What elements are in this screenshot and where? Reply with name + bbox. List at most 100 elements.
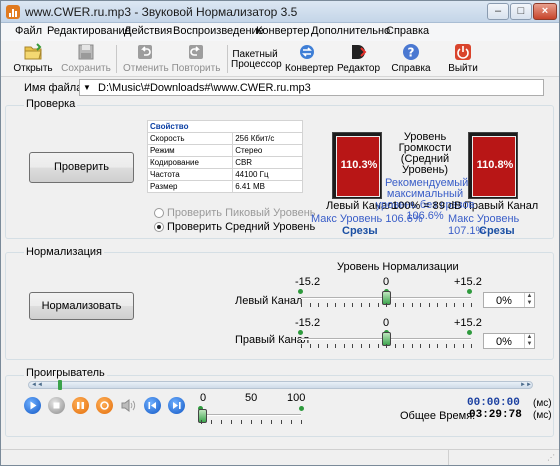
slider-tick [251, 420, 252, 424]
file-path-combo[interactable]: ▼ D:\Music\#Downloads#\www.CWER.ru.mp3 [79, 79, 544, 96]
seek-right-arrow-icon[interactable]: ►► [520, 382, 532, 388]
clip-left-link[interactable]: Срезы [342, 225, 378, 237]
normalize-button[interactable]: Нормализовать [29, 292, 134, 320]
app-icon [6, 5, 20, 19]
slider-tick [344, 344, 345, 348]
slider-tick [301, 420, 302, 424]
right-meter-value: 110.8% [476, 159, 514, 171]
slider-tick [271, 420, 272, 424]
slider-tick [310, 303, 311, 307]
pause-button[interactable] [72, 397, 89, 414]
previous-button[interactable] [144, 397, 161, 414]
slider-tick [403, 303, 404, 307]
file-path-value: D:\Music\#Downloads#\www.CWER.ru.mp3 [98, 82, 311, 94]
seek-thumb[interactable] [58, 380, 62, 390]
slider-tick [412, 344, 413, 348]
seek-bar[interactable]: ◄◄ ►► [28, 380, 533, 390]
left-meter-value: 110.3% [340, 159, 378, 171]
spin-arrows-icon[interactable]: ▲ ▼ [524, 293, 534, 307]
slider-end-dot [298, 330, 303, 335]
stop-button[interactable] [48, 397, 65, 414]
menu-converter[interactable]: Конвертер [256, 25, 309, 37]
editor-label: Редактор [337, 63, 381, 74]
help-label: Справка [391, 63, 431, 74]
scale-max-label: +15.2 [454, 317, 482, 329]
slider-tick [318, 303, 319, 307]
open-label: Открыть [13, 63, 53, 74]
right-gain-spinbox[interactable]: 0% ▲ ▼ [483, 333, 535, 349]
check-button[interactable]: Проверить [29, 152, 134, 183]
volume-max-label: 100 [287, 392, 306, 404]
menu-extra[interactable]: Дополнительно [311, 25, 390, 37]
play-button[interactable] [24, 397, 41, 414]
left-gain-spinbox[interactable]: 0% ▲ ▼ [483, 292, 535, 308]
clip-right-link[interactable]: Срезы [479, 225, 515, 237]
exit-button[interactable]: Выйти [445, 42, 481, 76]
batch-processor-button[interactable]: Пакетный Процессор [231, 42, 282, 76]
editor-button[interactable]: Редактор [337, 42, 381, 76]
slider-tick [344, 303, 345, 307]
exit-label: Выйти [448, 63, 478, 74]
repeat-button[interactable] [96, 397, 113, 414]
seek-left-arrow-icon[interactable]: ◄◄ [31, 382, 43, 388]
slider-tick [335, 344, 336, 348]
prop-value: Стерео [232, 144, 303, 157]
menu-actions[interactable]: Действия [124, 25, 172, 37]
toolbar: Открыть Сохранить Отменить Повторить Пак… [1, 41, 559, 77]
slider-tick [403, 344, 404, 348]
app-window: www.CWER.ru.mp3 - Звуковой Нормализатор … [0, 0, 560, 466]
open-button[interactable]: Открыть [13, 42, 53, 76]
loudness-subtitle: (Средний Уровень) [400, 153, 450, 176]
loudness-title: Уровень Громкости [398, 131, 452, 154]
scale-min-label: -15.2 [295, 276, 321, 288]
converter-label: Конвертер [285, 63, 334, 74]
menu-file[interactable]: Файл [15, 25, 42, 37]
right-channel-label: Правый Канал [464, 200, 539, 212]
slider-tick [420, 303, 421, 307]
converter-button[interactable]: Конвертер [285, 42, 334, 76]
menu-help[interactable]: Справка [386, 25, 429, 37]
close-button[interactable]: × [533, 3, 557, 20]
maximize-button[interactable]: □ [510, 3, 532, 20]
slider-thumb[interactable] [198, 409, 207, 423]
prop-name: Частота [146, 168, 234, 181]
undo-button[interactable]: Отменить [123, 42, 169, 76]
left-gain-value: 0% [496, 295, 512, 307]
normalize-level-title: Уровень Нормализации [337, 261, 459, 273]
slider-tick [369, 303, 370, 307]
next-button[interactable] [168, 397, 185, 414]
slider-tick [446, 344, 447, 348]
spin-arrows-icon[interactable]: ▲ ▼ [524, 334, 534, 348]
slider-tick [327, 303, 328, 307]
radio-peak-label: Проверить Пиковый Уровень [167, 207, 316, 219]
svg-text:?: ? [408, 46, 415, 60]
help-button[interactable]: ? Справка [391, 42, 431, 76]
reference-db: 100% = 89 dB [392, 200, 462, 212]
slider-tick [231, 420, 232, 424]
slider-tick [301, 303, 302, 307]
table-row: Скорость 256 Кбит/с [146, 132, 303, 145]
scale-mid-label: 0 [383, 317, 390, 329]
prop-name: Кодирование [146, 156, 234, 169]
slider-tick [310, 344, 311, 348]
converter-icon [300, 45, 314, 59]
slider-end-dot [467, 289, 472, 294]
minimize-button[interactable]: – [487, 3, 509, 20]
undo-label: Отменить [123, 63, 169, 74]
radio-average-label: Проверить Средний Уровень [167, 221, 316, 233]
slider-tick [361, 303, 362, 307]
slider-tick [429, 344, 430, 348]
menu-playback[interactable]: Воспроизведение [173, 25, 264, 37]
menu-edit[interactable]: Редактирование [47, 25, 131, 37]
table-row: Режим Стерео [146, 144, 303, 157]
title-bar: www.CWER.ru.mp3 - Звуковой Нормализатор … [1, 1, 559, 23]
save-button[interactable]: Сохранить [61, 42, 111, 76]
prop-name: Размер [146, 180, 234, 193]
right-gain-value: 0% [496, 336, 512, 348]
redo-button[interactable]: Повторить [171, 42, 221, 76]
mute-button[interactable] [120, 397, 137, 414]
skip-back-icon [148, 402, 156, 409]
resize-grip-icon[interactable]: ⋰ [547, 453, 557, 463]
skip-forward-icon [173, 402, 181, 409]
normalize-group-label: Нормализация [24, 246, 104, 258]
